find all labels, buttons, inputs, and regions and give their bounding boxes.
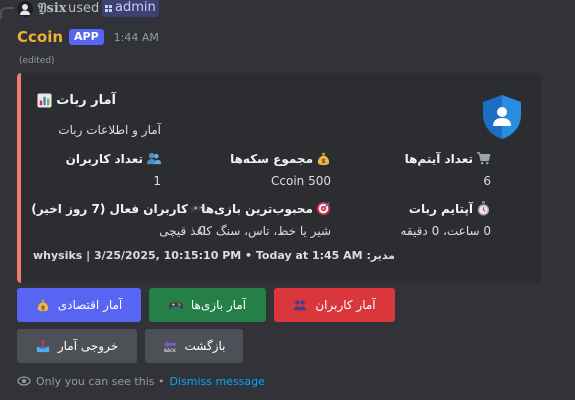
svg-text:$: $ xyxy=(41,304,45,311)
field-uptime-name: آپتایم ربات xyxy=(401,201,491,216)
field-total-coins-name: $ مجموع سکه‌ها xyxy=(230,151,331,166)
edited-label: (edited) xyxy=(19,56,55,66)
export-stats-label: خروجی آمار xyxy=(57,339,119,353)
field-user-count-name: تعداد کاربران xyxy=(66,151,161,166)
back-button[interactable]: BACK بازگشت xyxy=(145,329,243,363)
reply-used-text: used xyxy=(68,1,100,16)
field-user-count: تعداد کاربران 1 xyxy=(66,151,161,188)
field-item-count: تعداد آیتم‌ها 6 xyxy=(405,151,491,189)
field-total-coins-value: 500 Ccoin xyxy=(271,174,331,188)
money-bag-icon: $ xyxy=(317,152,330,165)
reply-spine xyxy=(0,7,14,19)
svg-text:BACK: BACK xyxy=(164,348,177,353)
users-icon xyxy=(294,300,307,311)
command-icon xyxy=(105,4,112,12)
game-stats-button[interactable]: آمار بازی‌ها xyxy=(149,288,266,322)
field-uptime: آپتایم ربات 0 ساعت، 0 دقیقه xyxy=(401,201,491,238)
field-popular-games: محبوب‌ترین بازی‌ها شیر یا خط، تاس، سنگ ک… xyxy=(159,201,331,239)
field-popular-games-value: شیر یا خط، تاس، سنگ کاغذ قیچی xyxy=(159,224,331,238)
svg-text:$: $ xyxy=(321,157,326,165)
message-timestamp: 1:44 AM xyxy=(113,30,159,44)
field-item-count-value: 6 xyxy=(483,174,491,188)
cart-icon xyxy=(476,152,491,165)
reply-command-label: admin xyxy=(115,0,156,15)
message-header: Ccoin APP 1:44 AM xyxy=(17,27,159,47)
gamepad-icon xyxy=(168,302,183,309)
app-badge: APP xyxy=(69,29,104,45)
bar-chart-icon xyxy=(37,93,52,108)
field-user-count-value: 1 xyxy=(153,174,161,188)
outbox-tray-icon xyxy=(36,339,49,353)
reply-header: 𝔜six used admin xyxy=(0,0,575,19)
stats-embed: آمار ربات آمار و اطلاعات ربات تعداد کارب… xyxy=(17,73,541,283)
field-popular-games-name: محبوب‌ترین بازی‌ها xyxy=(159,201,331,216)
export-stats-button[interactable]: خروجی آمار xyxy=(17,329,137,363)
back-label: بازگشت xyxy=(184,339,226,353)
user-stats-button[interactable]: آمار کاربران xyxy=(274,288,395,322)
field-uptime-value: 0 ساعت، 0 دقیقه xyxy=(400,224,491,238)
reply-command[interactable]: admin xyxy=(102,0,159,17)
users-icon xyxy=(146,152,161,165)
shield-user-icon xyxy=(483,95,521,139)
economy-stats-button[interactable]: $ آمار اقتصادی xyxy=(17,288,141,322)
back-arrow-icon: BACK xyxy=(163,340,177,353)
economy-stats-label: آمار اقتصادی xyxy=(57,298,123,312)
user-stats-label: آمار کاربران xyxy=(315,298,376,312)
dismiss-message-link[interactable]: Dismiss message xyxy=(169,375,264,388)
reply-avatar[interactable] xyxy=(17,1,33,17)
game-stats-label: آمار بازی‌ها xyxy=(190,298,247,312)
embed-title-text: آمار ربات xyxy=(56,93,116,108)
money-bag-icon: $ xyxy=(37,299,48,311)
eye-icon xyxy=(17,376,31,386)
ephemeral-note: Only you can see this • Dismiss message xyxy=(17,374,265,388)
field-item-count-name: تعداد آیتم‌ها xyxy=(405,151,491,166)
ephemeral-text: Only you can see this • xyxy=(36,374,165,388)
field-total-coins: $ مجموع سکه‌ها 500 Ccoin xyxy=(230,151,331,189)
reply-username[interactable]: 𝔜six xyxy=(38,1,67,16)
embed-title: آمار ربات xyxy=(37,93,116,108)
stopwatch-icon xyxy=(477,201,490,216)
bot-name[interactable]: Ccoin xyxy=(17,28,63,46)
embed-footer: whysiks | 3/25/2025, 10:15:10 PM • Today… xyxy=(33,249,395,262)
embed-description: آمار و اطلاعات ربات xyxy=(58,123,161,137)
target-icon xyxy=(316,201,331,216)
